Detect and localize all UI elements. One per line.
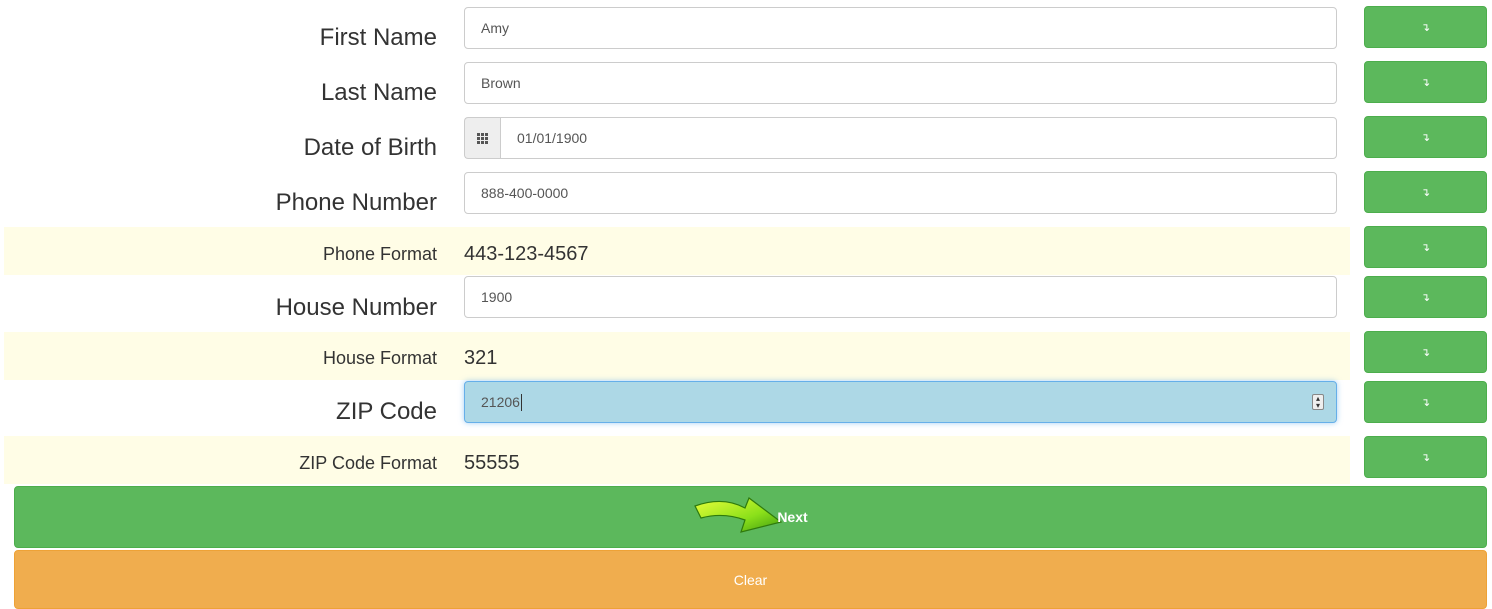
turn-down-icon: ↴	[1420, 21, 1431, 34]
zip-code-label: ZIP Code	[336, 398, 437, 425]
turn-down-icon: ↴	[1420, 76, 1431, 89]
turn-down-icon: ↴	[1420, 131, 1431, 144]
phone-format-action-button[interactable]: ↴	[1364, 226, 1487, 268]
zip-format-value: 55555	[464, 452, 520, 474]
house-number-label: House Number	[275, 294, 437, 321]
house-format-row	[4, 332, 1350, 380]
house-format-value: 321	[464, 347, 498, 369]
house-number-value: 1900	[481, 289, 513, 305]
phone-value: 888-400-0000	[481, 185, 569, 201]
turn-down-icon: ↴	[1420, 346, 1431, 359]
dob-input[interactable]: 01/01/1900	[500, 117, 1337, 159]
zip-format-label: ZIP Code Format	[299, 453, 437, 473]
last-name-label: Last Name	[320, 79, 437, 106]
zip-code-value: 21206	[481, 394, 520, 410]
house-format-action-button[interactable]: ↴	[1364, 331, 1487, 373]
text-caret	[520, 394, 522, 411]
house-number-input[interactable]: 1900	[464, 276, 1337, 318]
first-name-label: First Name	[319, 24, 437, 51]
first-name-input[interactable]: Amy	[464, 7, 1337, 49]
phone-label: Phone Number	[275, 189, 437, 216]
phone-format-row	[4, 227, 1350, 275]
dob-value: 01/01/1900	[517, 130, 588, 146]
last-name-action-button[interactable]: ↴	[1364, 61, 1487, 103]
next-button[interactable]: Next	[14, 486, 1487, 548]
house-format-label: House Format	[322, 348, 437, 368]
zip-code-input[interactable]: 21206 ▴ ▾	[464, 381, 1337, 423]
phone-action-button[interactable]: ↴	[1364, 171, 1487, 213]
house-number-action-button[interactable]: ↴	[1364, 276, 1487, 318]
first-name-value: Amy	[481, 20, 509, 36]
next-label: Next	[777, 509, 808, 525]
clear-label: Clear	[733, 571, 768, 588]
zip-format-row	[4, 436, 1350, 484]
turn-down-icon: ↴	[1420, 396, 1431, 409]
first-name-action-button[interactable]: ↴	[1364, 6, 1487, 48]
last-name-value: Brown	[481, 75, 521, 91]
clear-button[interactable]: Clear	[14, 550, 1487, 609]
calendar-grid-icon[interactable]	[464, 117, 500, 159]
phone-format-value: 443-123-4567	[464, 243, 589, 265]
phone-format-label: Phone Format	[322, 244, 437, 264]
dob-label: Date of Birth	[303, 134, 437, 161]
turn-down-icon: ↴	[1420, 451, 1431, 464]
number-spinner-icon[interactable]: ▴ ▾	[1312, 394, 1324, 410]
turn-down-icon: ↴	[1420, 291, 1431, 304]
zip-code-action-button[interactable]: ↴	[1364, 381, 1487, 423]
turn-down-icon: ↴	[1420, 241, 1431, 254]
dob-field: 01/01/1900	[464, 117, 1337, 159]
arrow-right-icon	[694, 497, 783, 533]
turn-down-icon: ↴	[1420, 186, 1431, 199]
dob-action-button[interactable]: ↴	[1364, 116, 1487, 158]
zip-format-action-button[interactable]: ↴	[1364, 436, 1487, 478]
last-name-input[interactable]: Brown	[464, 62, 1337, 104]
phone-input[interactable]: 888-400-0000	[464, 172, 1337, 214]
